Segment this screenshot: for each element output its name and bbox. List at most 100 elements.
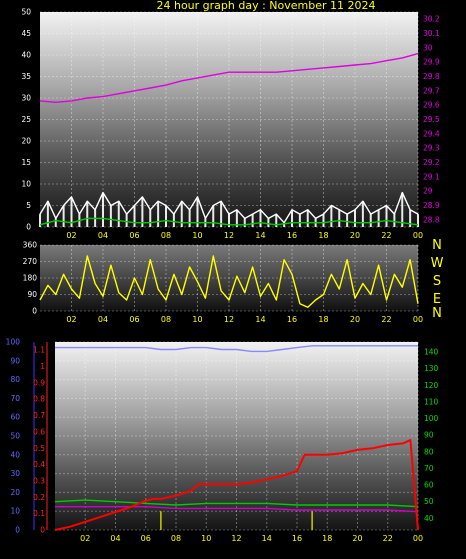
x-tick-label: 00: [413, 231, 423, 240]
temperature-tick-label: 130: [424, 364, 439, 373]
pressure-tick-label: 29.9: [423, 58, 440, 67]
rain-tick-label: 0.3: [33, 476, 45, 485]
x-tick-label: 20: [350, 231, 360, 240]
temperature-tick-label: 90: [424, 431, 434, 440]
rain-tick-label: 0.1: [33, 509, 45, 518]
weather-graph-page: 24 hour graph day : November 11 2024 02 0…: [0, 0, 466, 555]
temperature-tick-label: 80: [424, 447, 434, 456]
pressure-tick-label: 28.9: [423, 201, 440, 210]
temperature-tick-label: 100: [424, 414, 439, 423]
x-tick-label: 08: [161, 315, 171, 324]
direction-degrees-tick-label: 360: [23, 241, 38, 250]
temperature-tick-label: 120: [424, 381, 439, 390]
x-tick-label: 22: [381, 315, 391, 324]
x-tick-label: 04: [98, 315, 108, 324]
x-tick-label: 10: [192, 231, 202, 240]
direction-degrees-tick-label: 90: [27, 290, 37, 299]
compass-n-bottom: N: [432, 306, 442, 321]
direction-degrees-tick-label: 180: [23, 274, 38, 283]
x-tick-label: 06: [129, 315, 139, 324]
compass-w: W: [431, 256, 444, 271]
humidity-tick-label: 10: [10, 507, 20, 516]
x-tick-label: 18: [318, 231, 328, 240]
wind-speed-tick-label: 10: [21, 180, 31, 189]
temperature-tick-label: 140: [424, 347, 439, 356]
x-tick-label: 20: [352, 534, 362, 543]
rain-tick-label: 0.4: [33, 460, 45, 469]
rain-tick-label: 0.8: [33, 395, 45, 404]
temperature-tick-label: 50: [424, 497, 434, 506]
x-tick-label: 22: [383, 534, 393, 543]
wind-speed-tick-label: 0: [26, 223, 31, 232]
x-tick-label: 20: [350, 315, 360, 324]
humidity-tick-label: 70: [10, 394, 20, 403]
humidity-tick-label: 0: [15, 526, 20, 535]
humidity-tick-label: 40: [10, 450, 20, 459]
x-tick-label: 04: [98, 231, 108, 240]
humidity-tick-label: 60: [10, 413, 20, 422]
humidity-tick-label: 20: [10, 488, 20, 497]
chart-canvas: 24 hour graph day : November 11 2024 02 0…: [6, 0, 444, 544]
pressure-tick-label: 30.2: [423, 15, 440, 24]
humidity-tick-label: 90: [10, 356, 20, 365]
x-tick-label: 02: [66, 315, 76, 324]
compass-e: E: [433, 292, 441, 307]
wind-speed-tick-label: 15: [21, 158, 31, 167]
x-tick-label: 02: [80, 534, 90, 543]
x-tick-label: 14: [255, 315, 265, 324]
pressure-tick-label: 30: [423, 43, 433, 52]
compass-s: S: [433, 274, 441, 289]
x-tick-label: 02: [66, 231, 76, 240]
pressure-tick-label: 29.2: [423, 158, 440, 167]
wind-speed-tick-label: 45: [21, 29, 31, 38]
x-tick-label: 10: [201, 534, 211, 543]
humidity-tick-label: 80: [10, 375, 20, 384]
rain-tick-label: 0.9: [33, 378, 45, 387]
x-tick-label: 12: [224, 231, 234, 240]
pressure-tick-label: 28.8: [423, 215, 440, 224]
x-tick-label: 16: [287, 231, 297, 240]
x-tick-label: 14: [255, 231, 265, 240]
humidity-tick-label: 50: [10, 432, 20, 441]
rain-tick-label: 1: [40, 362, 45, 371]
x-tick-label: 16: [287, 315, 297, 324]
temperature-tick-label: 70: [424, 464, 434, 473]
x-tick-label: 22: [381, 231, 391, 240]
x-tick-label: 14: [262, 534, 272, 543]
x-tick-label: 08: [171, 534, 181, 543]
x-tick-label: 06: [129, 231, 139, 240]
direction-degrees-tick-label: 270: [23, 257, 38, 266]
wind-speed-tick-label: 20: [21, 137, 31, 146]
x-tick-label: 00: [413, 315, 423, 324]
x-tick-label: 08: [161, 231, 171, 240]
wind-speed-tick-label: 35: [21, 72, 31, 81]
wind-speed-tick-label: 30: [21, 94, 31, 103]
temperature-tick-label: 40: [424, 514, 434, 523]
pressure-tick-label: 29.4: [423, 129, 440, 138]
x-tick-label: 00: [413, 534, 423, 543]
compass-n-top: N: [432, 238, 442, 253]
rain-tick-label: 0: [40, 526, 45, 535]
pressure-tick-label: 29.7: [423, 86, 440, 95]
x-tick-label: 06: [141, 534, 151, 543]
pressure-tick-label: 29.1: [423, 172, 440, 181]
x-tick-label: 16: [292, 534, 302, 543]
pressure-tick-label: 29.5: [423, 115, 440, 124]
wind-speed-tick-label: 5: [26, 201, 31, 210]
wind-speed-tick-label: 50: [21, 8, 31, 17]
x-tick-label: 12: [231, 534, 241, 543]
direction-panel: 02 04 06 08 10 12 14 16 18 20 22 00090180270360 N W…: [23, 238, 444, 324]
rain-tick-label: 0.6: [33, 427, 45, 436]
x-tick-label: 10: [192, 315, 202, 324]
rain-tick-label: 0.5: [33, 444, 45, 453]
wind-speed-tick-label: 40: [21, 51, 31, 60]
rain-temp-panel: 02 04 06 08 10 12 14 16 18 20 22 000102030405060708…: [6, 338, 439, 544]
x-tick-label: 18: [318, 315, 328, 324]
rain-tick-label: 0.7: [33, 411, 45, 420]
pressure-tick-label: 29.3: [423, 144, 440, 153]
x-tick-label: 12: [224, 315, 234, 324]
pressure-tick-label: 29.8: [423, 72, 440, 81]
temperature-tick-label: 60: [424, 481, 434, 490]
direction-degrees-tick-label: 0: [32, 307, 37, 316]
pressure-tick-label: 29: [423, 187, 433, 196]
